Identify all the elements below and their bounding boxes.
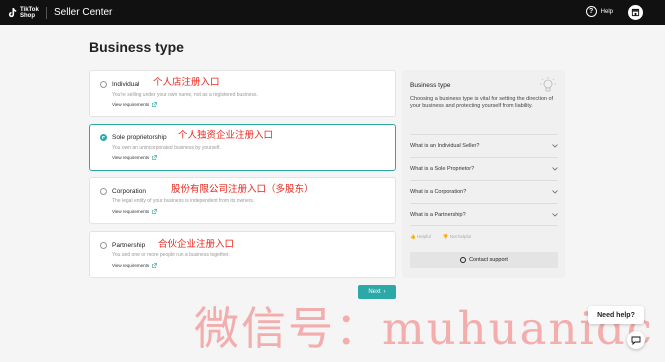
view-requirements-label: View requirements xyxy=(112,102,150,107)
panel-title: Business type xyxy=(410,82,451,89)
help-button[interactable]: ? Help xyxy=(585,6,613,17)
view-requirements-link[interactable]: View requirements xyxy=(112,209,158,214)
view-requirements-link[interactable]: View requirements xyxy=(112,155,158,160)
faq-label: What is a Partnership? xyxy=(410,211,466,218)
external-link-icon xyxy=(152,155,158,160)
option-sole-proprietorship[interactable]: Sole proprietorship 个人独资企业注册入口 You own a… xyxy=(89,124,396,171)
option-annotation: 股份有限公司注册入口（多股东） xyxy=(171,184,314,195)
helpful-label: Helpful xyxy=(416,234,431,239)
business-type-info-panel: Business type Choosing a business type i… xyxy=(402,70,565,278)
view-requirements-link[interactable]: View requirements xyxy=(112,102,158,107)
tiktok-logo-icon xyxy=(8,7,17,17)
option-name: Individual xyxy=(112,81,140,88)
external-link-icon xyxy=(152,263,158,268)
external-link-icon xyxy=(152,102,158,107)
page-title: Business type xyxy=(89,39,184,55)
store-avatar-button[interactable] xyxy=(628,5,643,20)
option-name: Corporation xyxy=(112,188,146,195)
faq-label: What is a Sole Proprietor? xyxy=(410,166,475,172)
option-annotation: 合伙企业注册入口 xyxy=(158,239,235,250)
header-divider xyxy=(46,6,47,19)
option-partnership[interactable]: Partnership 合伙企业注册入口 You and one or more… xyxy=(89,231,396,278)
option-description: The legal entity of your business is ind… xyxy=(112,198,255,204)
tiktok-shop-logo[interactable]: TikTok Shop xyxy=(6,7,40,19)
contact-support-button[interactable]: Contact support xyxy=(410,252,558,268)
option-corporation[interactable]: Corporation 股份有限公司注册入口（多股东） The legal en… xyxy=(89,177,396,224)
need-help-label: Need help? xyxy=(597,311,635,319)
view-requirements-label: View requirements xyxy=(112,155,150,160)
option-description: You and one or more people run a busines… xyxy=(112,252,230,258)
faq-individual-seller[interactable]: What is an Individual Seller? xyxy=(410,134,558,157)
radio-partnership[interactable] xyxy=(100,242,107,249)
chat-support-button[interactable] xyxy=(627,331,645,349)
logo-text: TikTok Shop xyxy=(20,6,39,19)
external-link-icon xyxy=(152,209,158,214)
option-name: Sole proprietorship xyxy=(112,134,167,141)
chevron-down-icon xyxy=(552,144,558,148)
view-requirements-label: View requirements xyxy=(112,209,150,214)
radio-individual[interactable] xyxy=(100,81,107,88)
radio-sole-proprietorship[interactable] xyxy=(100,134,107,141)
feedback-row: 👍 Helpful 👎 Not helpful xyxy=(410,234,483,240)
chevron-down-icon xyxy=(552,167,558,171)
lightbulb-icon xyxy=(540,77,556,92)
view-requirements-label: View requirements xyxy=(112,263,150,268)
option-annotation: 个人店注册入口 xyxy=(153,77,220,88)
option-description: You're selling under your own name, not … xyxy=(112,92,258,98)
option-annotation: 个人独资企业注册入口 xyxy=(178,130,274,141)
chat-icon xyxy=(631,336,641,345)
panel-description: Choosing a business type is vital for se… xyxy=(410,96,554,109)
faq-label: What is an Individual Seller? xyxy=(410,143,480,149)
faq-sole-proprietor[interactable]: What is a Sole Proprietor? xyxy=(410,157,558,180)
top-bar: TikTok Shop Seller Center ? Help xyxy=(0,0,665,25)
radio-corporation[interactable] xyxy=(100,188,107,195)
option-individual[interactable]: Individual 个人店注册入口 You're selling under … xyxy=(89,70,396,117)
store-icon xyxy=(631,8,640,17)
not-helpful-label: Not helpful xyxy=(449,234,472,239)
support-icon xyxy=(460,257,467,263)
app-title: Seller Center xyxy=(54,7,113,18)
need-help-popup[interactable]: Need help? xyxy=(588,306,644,324)
watermark-text: 微信号：muhuanidc xyxy=(194,302,654,355)
contact-support-label: Contact support xyxy=(469,257,508,263)
chevron-down-icon xyxy=(552,190,558,194)
faq-corporation[interactable]: What is a Corporation? xyxy=(410,180,558,203)
option-name: Partnership xyxy=(112,242,146,249)
faq-label: What is a Corporation? xyxy=(410,189,467,195)
faq-partnership[interactable]: What is a Partnership? xyxy=(410,203,558,226)
not-helpful-button[interactable]: 👎 Not helpful xyxy=(443,234,477,240)
chevron-down-icon xyxy=(552,212,558,217)
option-description: You own an unincorporated business by yo… xyxy=(112,145,221,151)
helpful-button[interactable]: 👍 Helpful xyxy=(410,234,437,240)
view-requirements-link[interactable]: View requirements xyxy=(112,263,158,268)
help-label: Help xyxy=(600,8,613,15)
question-icon: ? xyxy=(585,6,597,17)
